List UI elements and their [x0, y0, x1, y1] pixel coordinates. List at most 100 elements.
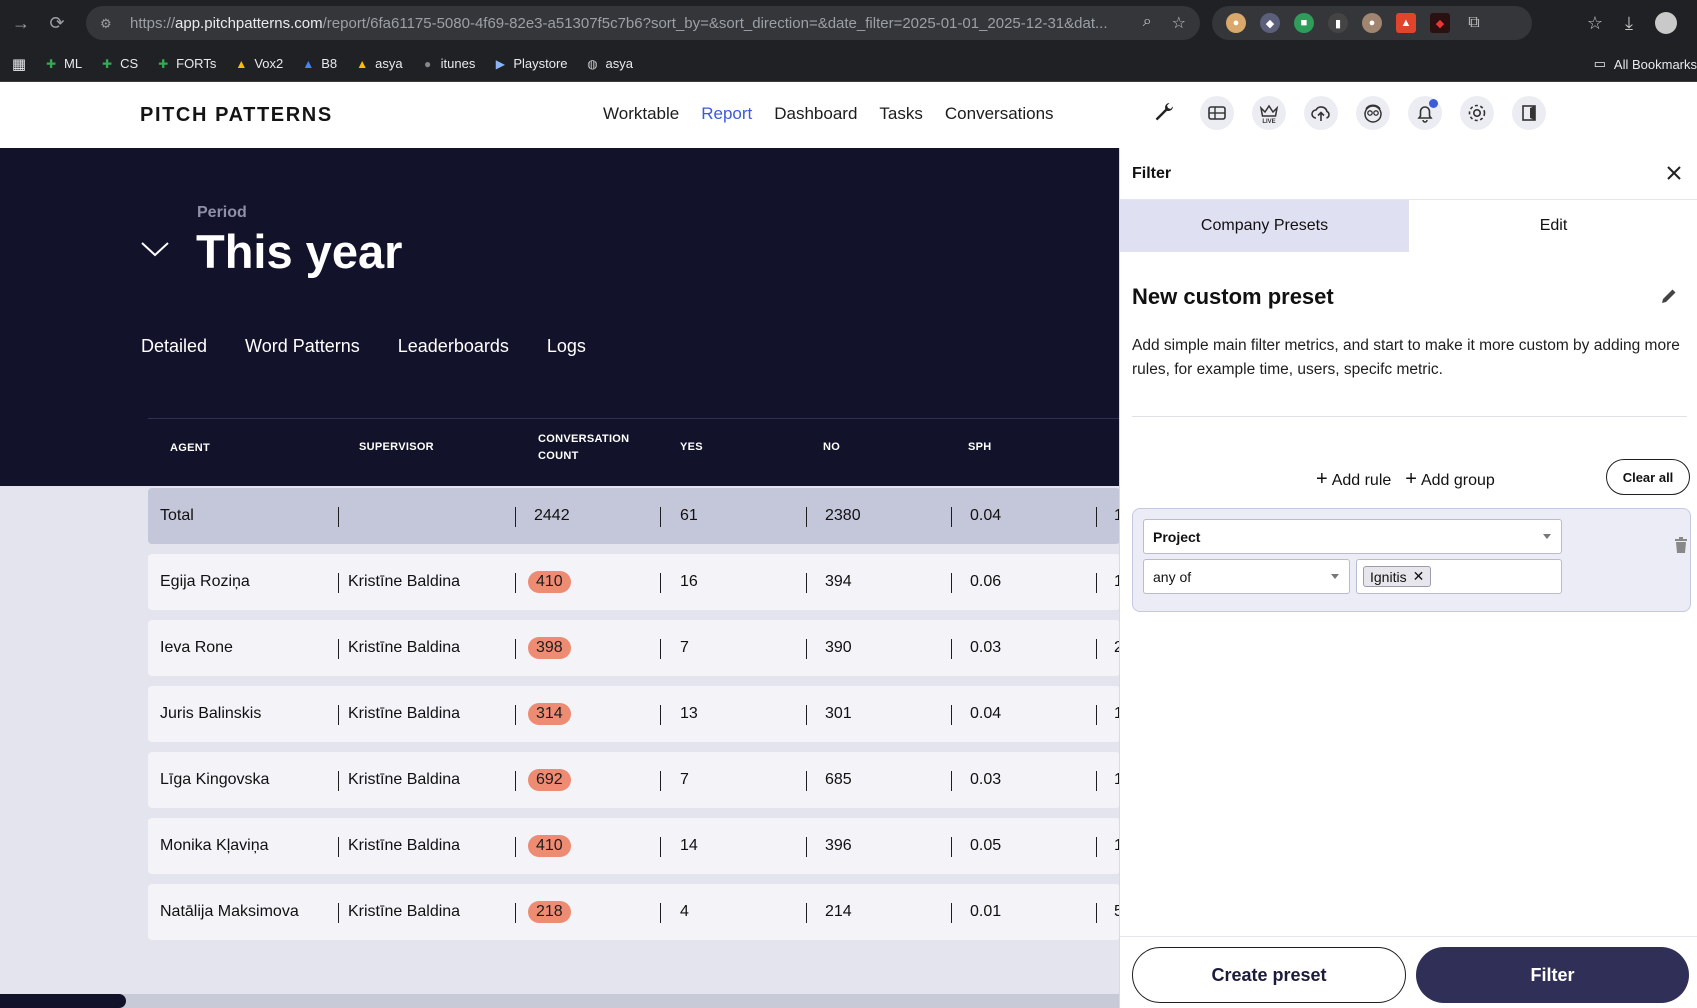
apps-grid-icon[interactable]: ▦	[12, 56, 26, 73]
period-value[interactable]: This year	[196, 224, 402, 279]
bookmark-forts[interactable]: ✚ FORTs	[156, 56, 216, 71]
extensions-puzzle-icon[interactable]: ⧉	[1464, 13, 1484, 33]
address-bar[interactable]: ⚙ https://app.pitchpatterns.com/report/6…	[86, 6, 1200, 40]
filter-button[interactable]: Filter	[1416, 947, 1689, 1003]
download-icon[interactable]: ⤓	[1625, 13, 1633, 34]
bookmark-cs[interactable]: ✚ CS	[100, 56, 138, 71]
remove-chip-icon[interactable]: ✕	[1413, 568, 1425, 585]
bookmark-vox2[interactable]: ▲ Vox2	[234, 56, 283, 71]
profile-avatar[interactable]	[1655, 12, 1677, 34]
clear-all-button[interactable]: Clear all	[1606, 459, 1690, 495]
agent-cell[interactable]: Egija Roziņa	[160, 554, 250, 610]
column-yes[interactable]: YES	[680, 439, 703, 456]
red-extension-icon[interactable]: ▲	[1396, 13, 1416, 33]
column-agent[interactable]: AGENT	[170, 440, 210, 457]
settings-gear-icon[interactable]	[1460, 96, 1494, 130]
bookmark-asya-web[interactable]: ◍ asya	[586, 56, 633, 71]
bookmark-asya-drive[interactable]: ▲ asya	[355, 56, 402, 71]
logout-door-icon[interactable]	[1512, 96, 1546, 130]
bookmark-star-icon[interactable]: ☆	[1172, 13, 1186, 33]
table-row[interactable]: Natālija Maksimova Kristīne Baldina 218 …	[148, 884, 1123, 940]
agent-cell[interactable]: Monika Kļaviņa	[160, 818, 269, 874]
app-logo[interactable]: PITCH PATTERNS	[140, 104, 333, 127]
live-crown-icon[interactable]: LIVE	[1252, 96, 1286, 130]
all-bookmarks[interactable]: ▭ All Bookmarks	[1594, 46, 1697, 82]
horizontal-scrollbar[interactable]	[0, 994, 1120, 1008]
table-row[interactable]: Līga Kingovska Kristīne Baldina 692 7 68…	[148, 752, 1123, 808]
pencil-icon[interactable]	[1659, 286, 1681, 308]
table-row[interactable]: Monika Kļaviņa Kristīne Baldina 410 14 3…	[148, 818, 1123, 874]
tab-detailed[interactable]: Detailed	[141, 336, 207, 357]
agent-cell[interactable]: Natālija Maksimova	[160, 884, 299, 940]
tab-leaderboards[interactable]: Leaderboards	[398, 336, 509, 357]
tab-word-patterns[interactable]: Word Patterns	[245, 336, 360, 357]
table-row[interactable]: Ieva Rone Kristīne Baldina 398 7 390 0.0…	[148, 620, 1123, 676]
scrollbar-thumb[interactable]	[0, 994, 126, 1008]
caret-down-icon	[1331, 573, 1339, 579]
table-row[interactable]: Egija Roziņa Kristīne Baldina 410 16 394…	[148, 554, 1123, 610]
cup-extension-icon[interactable]: ▮	[1328, 13, 1348, 33]
nav-conversations[interactable]: Conversations	[945, 104, 1054, 124]
nav-dashboard[interactable]: Dashboard	[774, 104, 857, 124]
bookmark-b8[interactable]: ▲ B8	[301, 56, 337, 71]
column-separator	[951, 507, 952, 527]
agent-face-icon[interactable]	[1356, 96, 1390, 130]
value-chip: Ignitis ✕	[1363, 566, 1432, 587]
trash-icon[interactable]	[1674, 537, 1688, 558]
upload-cloud-icon[interactable]	[1304, 96, 1338, 130]
no-cell: 396	[825, 837, 852, 854]
table-row-total[interactable]: Total 2442 61 2380 0.04 1	[148, 488, 1123, 544]
tab-company-presets[interactable]: Company Presets	[1120, 200, 1409, 252]
count-badge: 218	[528, 901, 571, 923]
face-extension-icon[interactable]: ●	[1362, 13, 1382, 33]
column-separator	[338, 573, 339, 593]
column-separator	[338, 639, 339, 659]
wrench-icon[interactable]	[1148, 96, 1182, 130]
bookmark-itunes[interactable]: ● itunes	[421, 56, 475, 71]
yes-cell: 4	[680, 903, 689, 920]
column-separator	[1096, 771, 1097, 791]
column-supervisor[interactable]: SUPERVISOR	[359, 439, 434, 456]
tab-edit[interactable]: Edit	[1409, 200, 1697, 252]
site-settings-icon[interactable]: ⚙	[100, 16, 118, 31]
nav-worktable[interactable]: Worktable	[603, 104, 679, 124]
column-separator	[515, 771, 516, 791]
column-sph[interactable]: SPH	[968, 439, 992, 456]
notification-bell-icon[interactable]	[1408, 96, 1442, 130]
operator-select[interactable]: any of	[1143, 559, 1350, 594]
supervisor-cell: Kristīne Baldina	[348, 705, 461, 722]
dashboard-grid-icon[interactable]	[1200, 96, 1234, 130]
forward-icon[interactable]: →	[6, 8, 36, 38]
reload-icon[interactable]: ⟳	[42, 8, 72, 38]
add-rule-button[interactable]: + Add rule	[1316, 468, 1391, 491]
field-select[interactable]: Project	[1143, 519, 1562, 554]
ghost-extension-icon[interactable]: ◆	[1260, 13, 1280, 33]
column-separator	[951, 639, 952, 659]
sph-cell: 0.03	[970, 771, 1002, 788]
value-multiselect[interactable]: Ignitis ✕	[1356, 559, 1562, 594]
tab-logs[interactable]: Logs	[547, 336, 586, 357]
column-separator	[338, 903, 339, 923]
zoom-icon[interactable]: ⌕	[1143, 13, 1152, 33]
filter-panel: Filter Company Presets Edit New custom p…	[1119, 148, 1697, 1008]
chevron-down-icon[interactable]	[140, 240, 170, 263]
drive-icon: ▲	[235, 56, 248, 71]
agent-cell[interactable]: Līga Kingovska	[160, 752, 269, 808]
bookmark-playstore[interactable]: ▶ Playstore	[493, 56, 568, 71]
grammar-extension-icon[interactable]: ■	[1294, 13, 1314, 33]
close-icon[interactable]	[1662, 161, 1686, 185]
reading-list-icon[interactable]: ☆	[1587, 13, 1603, 34]
create-preset-button[interactable]: Create preset	[1132, 947, 1406, 1003]
agent-cell[interactable]: Juris Balinskis	[160, 686, 261, 742]
sheets-icon: ✚	[45, 56, 57, 71]
add-group-button[interactable]: + Add group	[1405, 468, 1495, 491]
nav-tasks[interactable]: Tasks	[879, 104, 922, 124]
shield-extension-icon[interactable]: ◆	[1430, 13, 1450, 33]
bookmark-ml[interactable]: ✚ ML	[44, 56, 82, 71]
agent-cell[interactable]: Ieva Rone	[160, 620, 233, 676]
column-no[interactable]: NO	[823, 439, 840, 456]
nav-report[interactable]: Report	[701, 104, 752, 124]
cookie-extension-icon[interactable]: ●	[1226, 13, 1246, 33]
table-row[interactable]: Juris Balinskis Kristīne Baldina 314 13 …	[148, 686, 1123, 742]
column-conversation-count[interactable]: CONVERSATION COUNT	[538, 431, 629, 465]
